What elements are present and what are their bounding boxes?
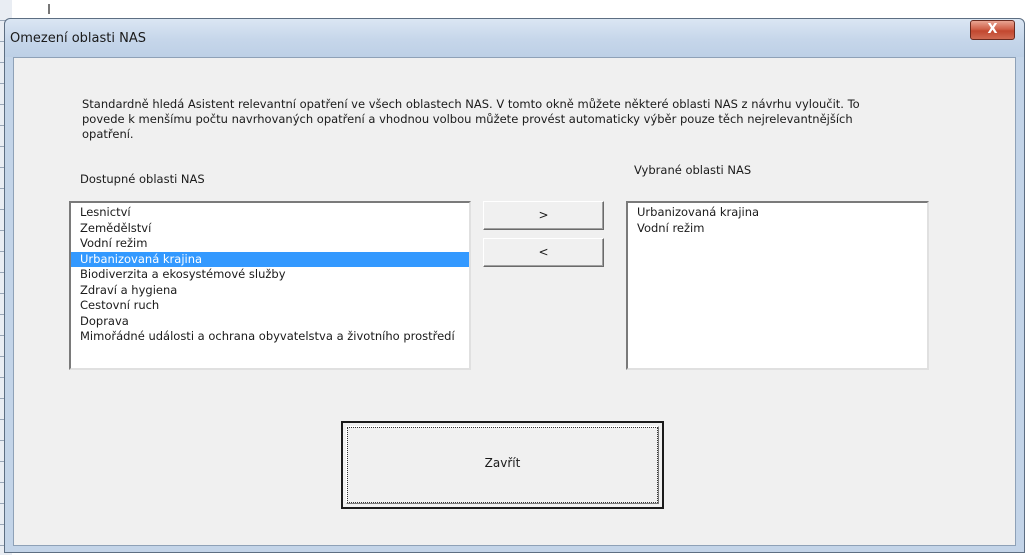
list-item[interactable]: Lesnictví bbox=[71, 205, 469, 221]
list-item[interactable]: Biodiverzita a ekosystémové služby bbox=[71, 267, 469, 283]
list-item[interactable]: Cestovní ruch bbox=[71, 298, 469, 314]
list-item[interactable]: Vodní režim bbox=[628, 221, 927, 237]
close-icon: X bbox=[987, 22, 998, 37]
available-areas-label: Dostupné oblasti NAS bbox=[80, 172, 205, 186]
background-spreadsheet-top bbox=[12, 0, 1027, 14]
list-item[interactable]: Urbanizovaná krajina bbox=[628, 205, 927, 221]
window-title: Omezení oblasti NAS bbox=[10, 31, 146, 46]
list-item[interactable]: Zemědělství bbox=[71, 221, 469, 237]
close-button[interactable]: Zavřít bbox=[341, 421, 664, 509]
background-mark bbox=[48, 4, 50, 14]
list-item[interactable]: Mimořádné události a ochrana obyvatelstv… bbox=[71, 329, 469, 345]
close-window-button[interactable]: X bbox=[970, 20, 1015, 40]
list-item[interactable]: Doprava bbox=[71, 314, 469, 330]
list-item[interactable]: Vodní režim bbox=[71, 236, 469, 252]
selected-areas-label: Vybrané oblasti NAS bbox=[634, 163, 752, 177]
remove-area-button[interactable]: < bbox=[483, 238, 604, 267]
dialog-body: Standardně hledá Asistent relevantní opa… bbox=[13, 57, 1016, 546]
available-areas-listbox[interactable]: Lesnictví Zemědělství Vodní režim Urbani… bbox=[69, 201, 471, 370]
list-item[interactable]: Zdraví a hygiena bbox=[71, 283, 469, 299]
close-button-label: Zavřít bbox=[484, 456, 521, 470]
selected-areas-listbox[interactable]: Urbanizovaná krajina Vodní režim bbox=[626, 201, 929, 370]
description-text: Standardně hledá Asistent relevantní opa… bbox=[82, 97, 860, 141]
add-area-button[interactable]: > bbox=[483, 201, 604, 230]
list-item-selected[interactable]: Urbanizovaná krajina bbox=[71, 251, 469, 267]
title-bar[interactable]: Omezení oblasti NAS X bbox=[5, 19, 1024, 57]
dialog-window: Omezení oblasti NAS X Standardně hledá A… bbox=[4, 18, 1025, 553]
